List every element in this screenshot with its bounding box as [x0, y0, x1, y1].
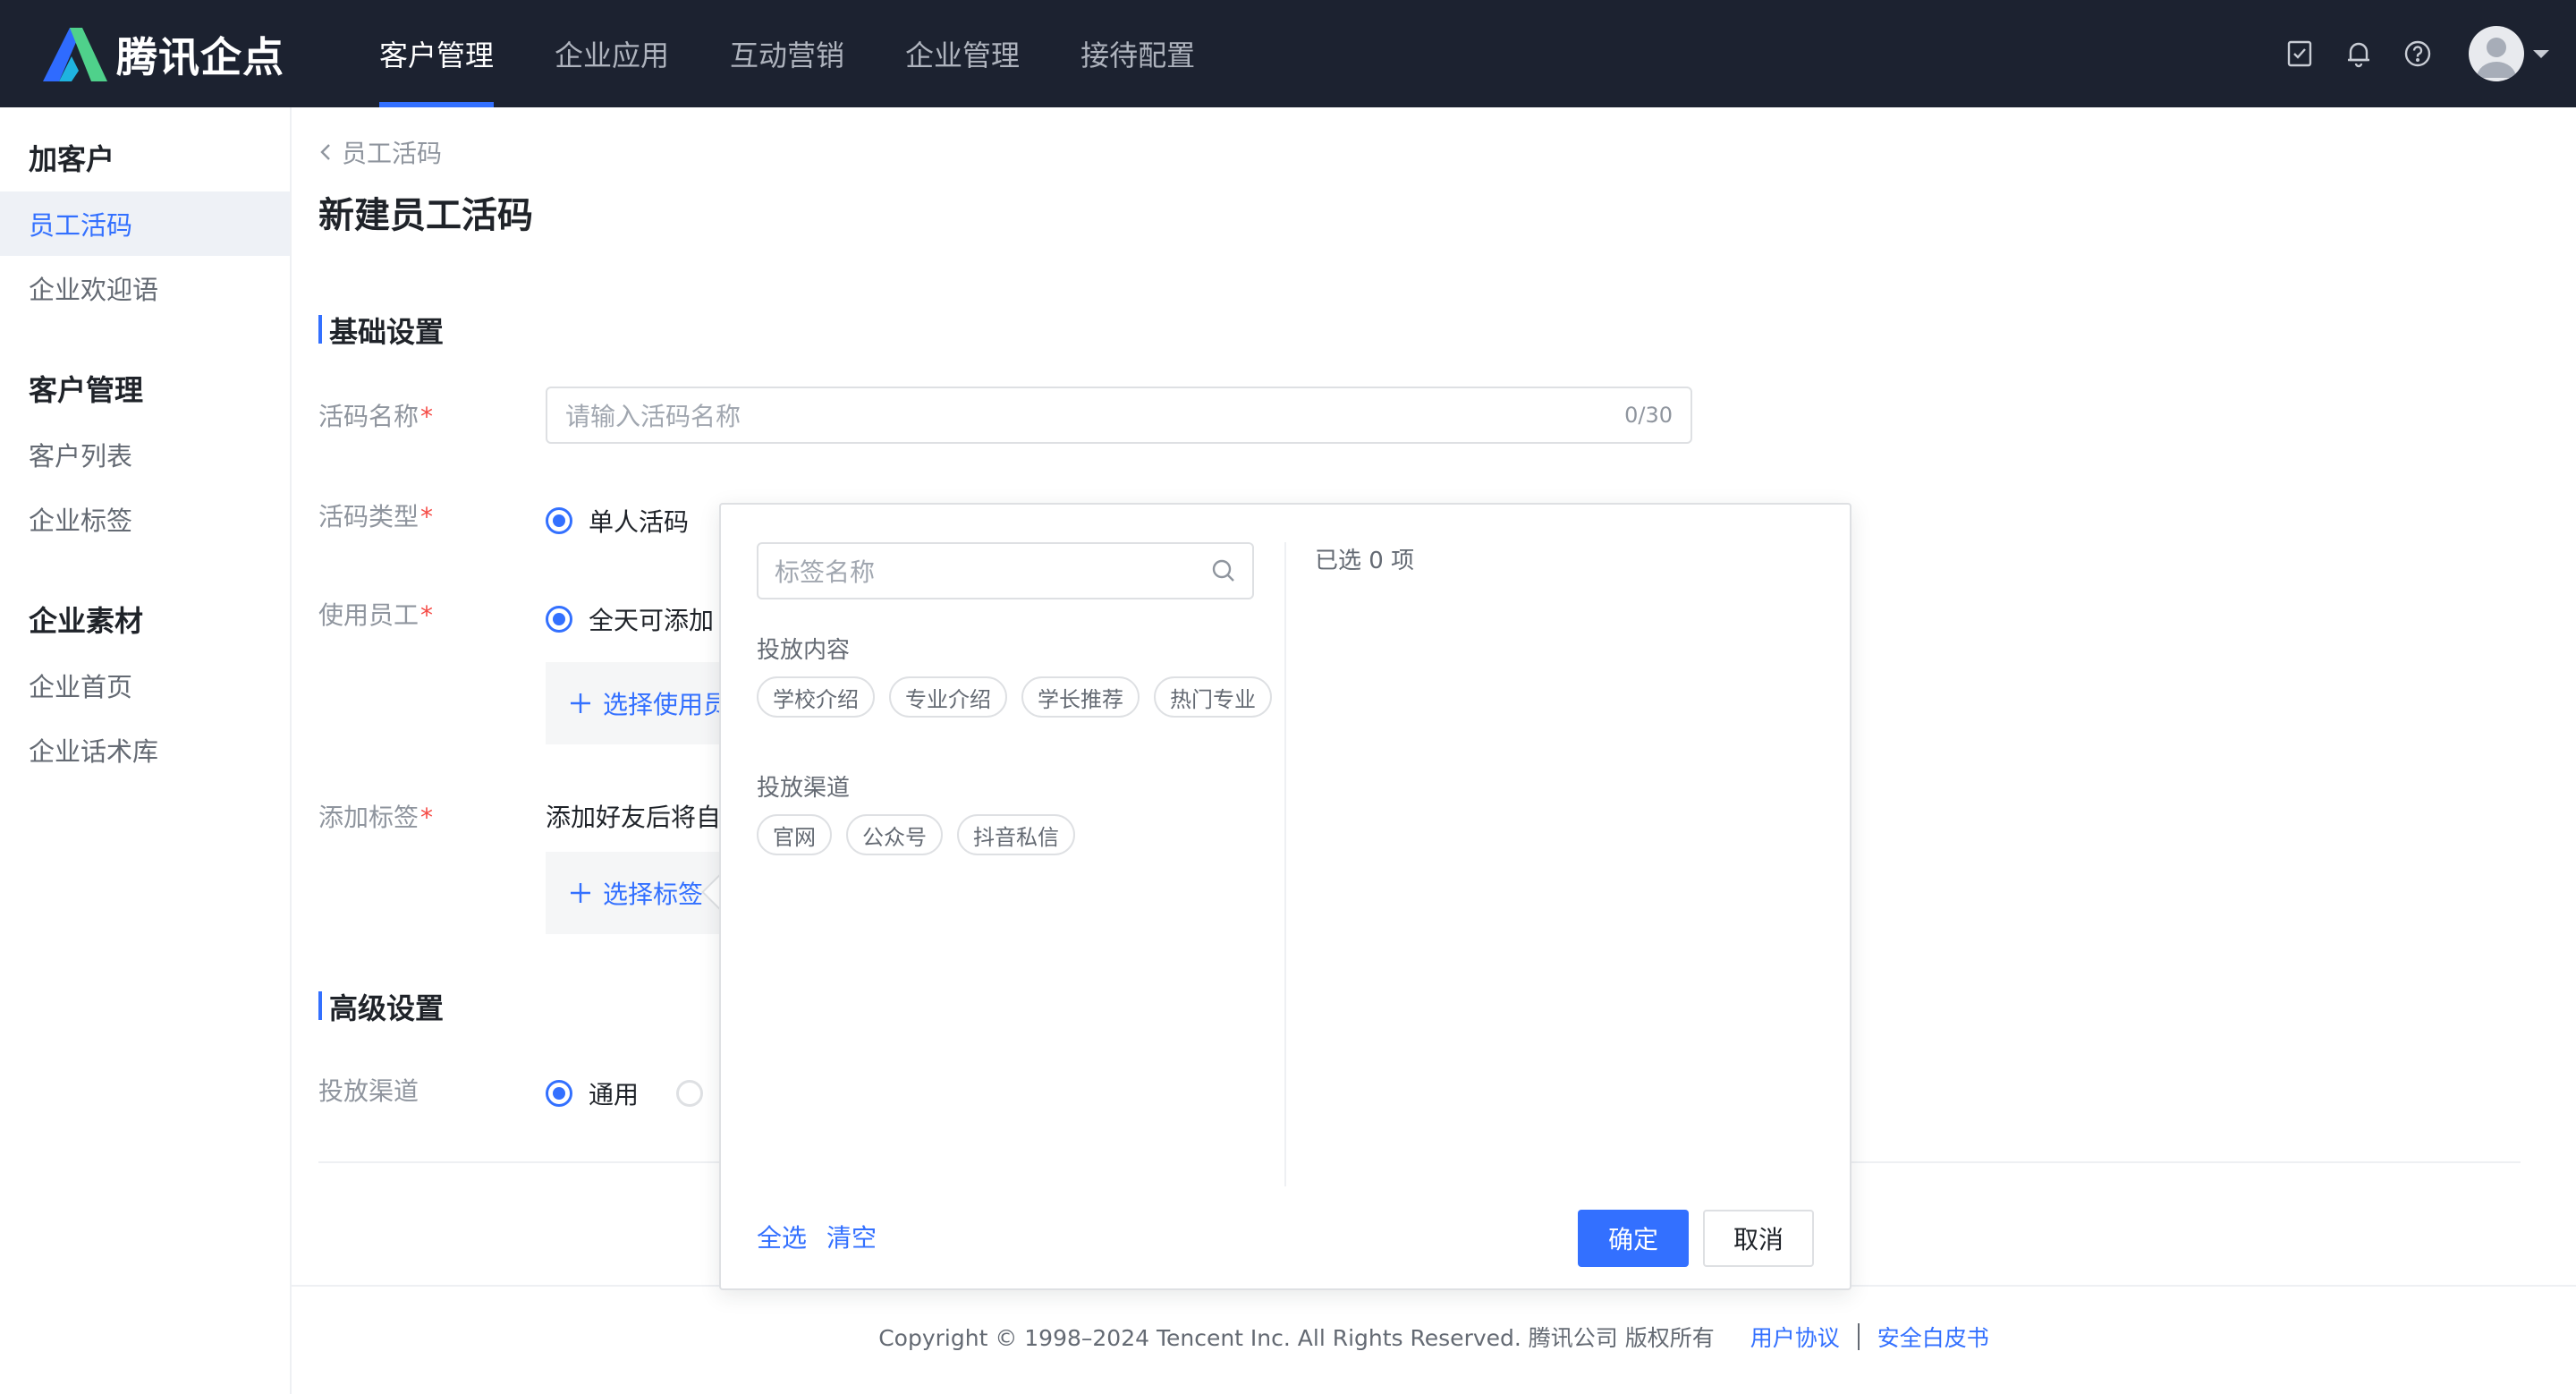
staff-label-text: 使用员工: [318, 600, 419, 630]
nav-reception-config[interactable]: 接待配置: [1050, 0, 1225, 107]
clear-link[interactable]: 清空: [826, 1219, 877, 1254]
add-tag-label: 添加标签*: [318, 798, 433, 834]
help-icon[interactable]: [2388, 24, 2447, 83]
tag-group-content: 学校介绍 专业介绍 学长推荐 热门专业: [757, 676, 1286, 718]
security-whitepaper-link[interactable]: 安全白皮书: [1877, 1321, 1989, 1353]
required-mark: *: [420, 600, 434, 630]
user-agreement-link[interactable]: 用户协议: [1750, 1321, 1840, 1353]
sidebar: 加客户 员工活码 企业欢迎语 客户管理 客户列表 企业标签 企业素材 企业首页 …: [0, 107, 292, 1394]
plus-icon: [571, 693, 590, 713]
tag-group-title-channel: 投放渠道: [757, 775, 851, 802]
qrcode-name-label: 活码名称*: [318, 397, 433, 433]
sidebar-group-enterprise-materials: 企业素材: [29, 604, 144, 638]
section-basic-settings: 基础设置: [318, 310, 444, 351]
copyright-text: Copyright © 1998–2024 Tencent Inc. All R…: [878, 1325, 1715, 1351]
footer: Copyright © 1998–2024 Tencent Inc. All R…: [0, 1321, 2576, 1353]
plus-icon: [571, 883, 590, 903]
chevron-left-icon: [320, 144, 330, 160]
channel-option-label: 通用: [589, 1080, 640, 1109]
qrcode-type-label-text: 活码类型: [318, 502, 419, 531]
user-menu[interactable]: [2469, 26, 2549, 81]
page: 腾讯企点 客户管理 企业应用 互动营销 企业管理 接待配置 加客户 员工活码 企…: [0, 0, 2576, 1394]
tag-chip[interactable]: 学校介绍: [757, 676, 875, 718]
qrcode-type-option-label: 单人活码: [589, 507, 690, 537]
sidebar-group-add-customer: 加客户: [29, 142, 115, 176]
bell-icon[interactable]: [2329, 24, 2388, 83]
tag-search-input[interactable]: 标签名称: [757, 542, 1254, 599]
select-staff-label: 选择使用员: [603, 690, 729, 719]
breadcrumb-label: 员工活码: [342, 139, 443, 168]
popover-divider: [1284, 542, 1286, 1186]
sidebar-group-customer-management: 客户管理: [29, 373, 144, 407]
select-tag-label: 选择标签: [603, 880, 704, 909]
sidebar-item-enterprise-homepage[interactable]: 企业首页: [0, 653, 290, 718]
sidebar-item-employee-qrcode[interactable]: 员工活码: [0, 191, 290, 256]
breadcrumb[interactable]: 员工活码: [318, 134, 442, 170]
tag-chip[interactable]: 抖音私信: [957, 814, 1075, 855]
radio-selected-icon: [546, 507, 572, 534]
tag-chip[interactable]: 学长推荐: [1021, 676, 1140, 718]
task-check-icon[interactable]: [2270, 24, 2329, 83]
sidebar-item-customer-list[interactable]: 客户列表: [0, 422, 290, 487]
nav-customer-management[interactable]: 客户管理: [349, 0, 524, 107]
required-mark: *: [420, 402, 434, 431]
brand-mark-icon: [39, 26, 111, 83]
character-count: 0/30: [1624, 403, 1673, 428]
top-navigation-bar: 腾讯企点 客户管理 企业应用 互动营销 企业管理 接待配置: [0, 0, 2576, 107]
channel-label: 投放渠道: [318, 1076, 419, 1106]
select-all-link[interactable]: 全选: [757, 1219, 807, 1254]
sidebar-item-script-library[interactable]: 企业话术库: [0, 718, 290, 782]
header-actions: [2270, 0, 2549, 107]
tag-group-channel: 官网 公众号 抖音私信: [757, 814, 1089, 855]
nav-enterprise-management[interactable]: 企业管理: [875, 0, 1050, 107]
add-tag-label-text: 添加标签: [318, 803, 419, 832]
staff-label: 使用员工*: [318, 596, 433, 632]
avatar: [2469, 26, 2524, 81]
tag-search-placeholder: 标签名称: [775, 557, 876, 587]
nav-interactive-marketing[interactable]: 互动营销: [699, 0, 875, 107]
nav-enterprise-apps[interactable]: 企业应用: [524, 0, 699, 107]
tag-group-title-content: 投放内容: [757, 637, 851, 664]
qrcode-type-radio-single[interactable]: 单人活码: [546, 503, 689, 539]
channel-radio-general[interactable]: 通用: [546, 1075, 719, 1111]
tag-selector-popover: 标签名称 投放内容 学校介绍 专业介绍 学长推荐 热门专业 投放渠道 官网 公众…: [719, 503, 1852, 1290]
chevron-down-icon: [2533, 49, 2549, 58]
tag-chip[interactable]: 公众号: [846, 814, 943, 855]
tag-chip[interactable]: 专业介绍: [889, 676, 1007, 718]
brand-logo[interactable]: 腾讯企点: [39, 25, 284, 84]
confirm-button[interactable]: 确定: [1578, 1210, 1689, 1267]
sidebar-item-welcome-message[interactable]: 企业欢迎语: [0, 256, 290, 320]
qrcode-name-label-text: 活码名称: [318, 402, 419, 431]
qrcode-name-placeholder: 请输入活码名称: [565, 402, 741, 431]
tag-chip[interactable]: 官网: [757, 814, 832, 855]
search-icon[interactable]: [1211, 558, 1236, 583]
radio-selected-icon: [546, 606, 572, 633]
staff-radio-all-day[interactable]: 全天可添加: [546, 601, 714, 637]
footer-separator: [1857, 1323, 1860, 1350]
staff-option-label: 全天可添加: [589, 606, 715, 635]
brand-name: 腾讯企点: [116, 33, 284, 81]
selected-count: 已选 0 项: [1315, 548, 1415, 574]
qrcode-type-label: 活码类型*: [318, 497, 433, 533]
radio-unselected-icon[interactable]: [676, 1080, 704, 1107]
required-mark: *: [420, 803, 434, 832]
qrcode-name-input[interactable]: 请输入活码名称 0/30: [546, 387, 1692, 444]
tag-chip[interactable]: 热门专业: [1154, 676, 1272, 718]
add-tag-description: 添加好友后将自: [546, 803, 722, 832]
sidebar-item-enterprise-tags[interactable]: 企业标签: [0, 487, 290, 551]
popover-bulk-actions: 全选 清空: [757, 1219, 896, 1254]
required-mark: *: [420, 502, 434, 531]
main-nav: 客户管理 企业应用 互动营销 企业管理 接待配置: [349, 0, 1225, 107]
cancel-button[interactable]: 取消: [1703, 1210, 1814, 1267]
section-advanced-settings: 高级设置: [318, 986, 444, 1027]
radio-selected-icon: [546, 1080, 572, 1107]
page-title: 新建员工活码: [318, 195, 533, 236]
